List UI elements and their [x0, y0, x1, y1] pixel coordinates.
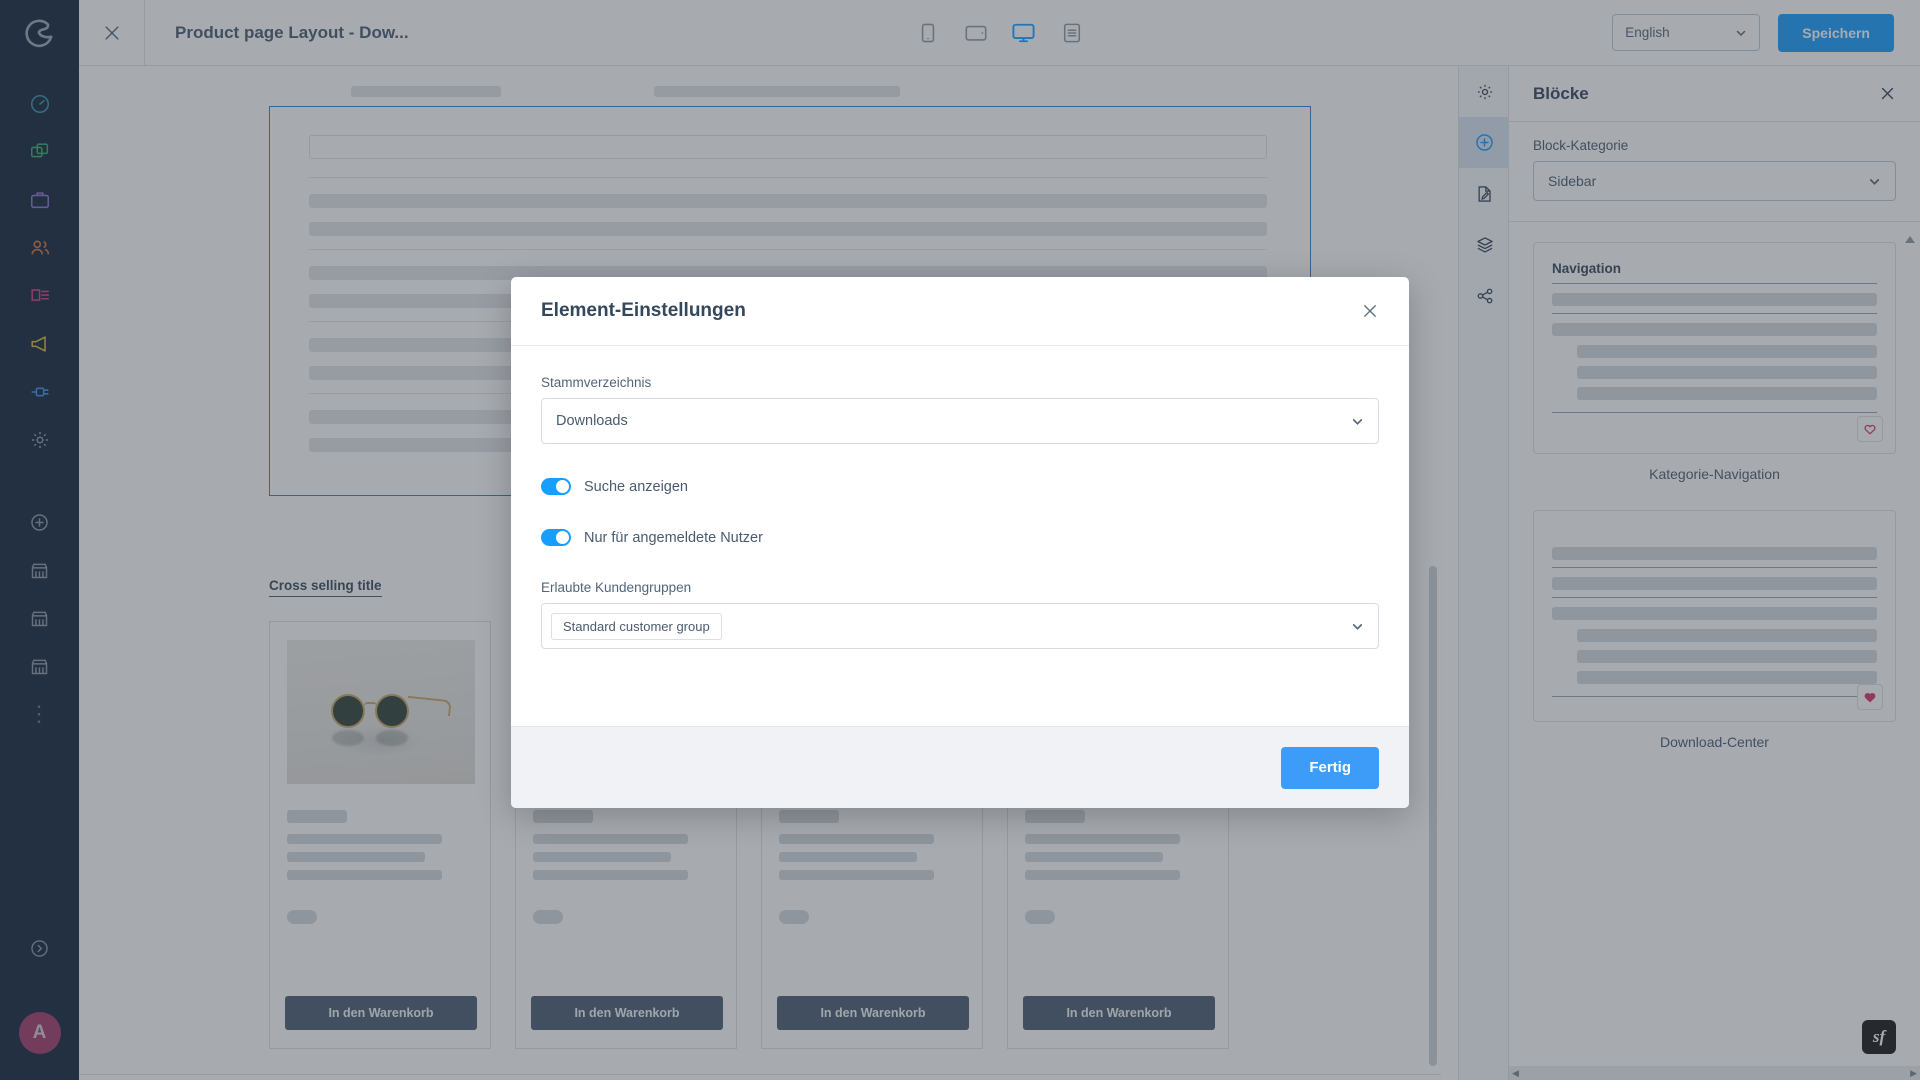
- modal-title: Element-Einstellungen: [541, 300, 746, 321]
- done-button[interactable]: Fertig: [1281, 746, 1379, 789]
- show-search-toggle[interactable]: [541, 478, 571, 495]
- root-directory-label: Stammverzeichnis: [541, 375, 652, 390]
- element-settings-modal: Element-Einstellungen Stammverzeichnis D…: [511, 277, 1409, 808]
- customer-groups-field: Erlaubte Kundengruppen Standard customer…: [541, 580, 1379, 649]
- show-search-label: Suche anzeigen: [584, 478, 688, 495]
- customer-group-tag[interactable]: Standard customer group: [551, 612, 722, 640]
- chevron-down-icon: [1352, 418, 1363, 425]
- logged-in-only-toggle[interactable]: [541, 529, 571, 546]
- modal-close-button[interactable]: [1361, 302, 1379, 320]
- customer-groups-label: Erlaubte Kundengruppen: [541, 580, 692, 595]
- modal-header: Element-Einstellungen: [511, 277, 1409, 346]
- customer-groups-select[interactable]: Standard customer group: [541, 603, 1379, 649]
- close-icon: [1364, 305, 1376, 317]
- show-search-row: Suche anzeigen: [541, 478, 1379, 495]
- logged-in-only-row: Nur für angemeldete Nutzer: [541, 529, 1379, 546]
- shopware-cms-editor: ⋮ A Product page Layout - Dow... English…: [0, 0, 1920, 1080]
- modal-body: Stammverzeichnis Downloads Suche anzeige…: [511, 346, 1409, 726]
- root-directory-value: Downloads: [556, 413, 628, 429]
- modal-footer: Fertig: [511, 726, 1409, 808]
- logged-in-only-label: Nur für angemeldete Nutzer: [584, 529, 763, 546]
- root-directory-select[interactable]: Downloads: [541, 398, 1379, 444]
- chevron-down-icon: [1352, 623, 1363, 630]
